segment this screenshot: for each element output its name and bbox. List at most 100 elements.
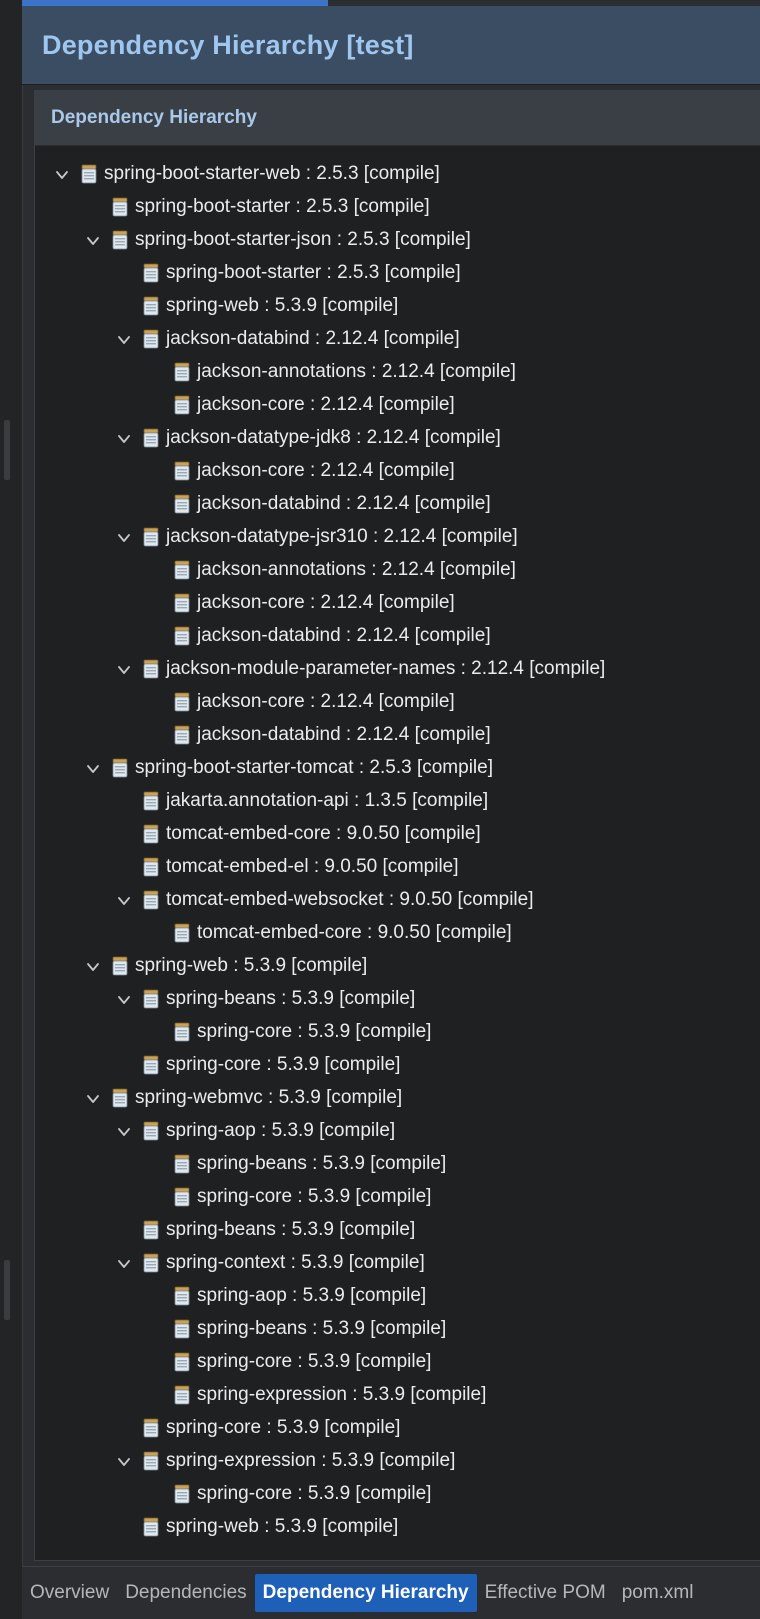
- tree-row[interactable]: spring-beans : 5.3.9 [compile]: [35, 1214, 760, 1247]
- tree-row-label: tomcat-embed-core : 9.0.50 [compile]: [166, 823, 481, 844]
- tree-row[interactable]: jackson-core : 2.12.4 [compile]: [35, 587, 760, 620]
- tree-row[interactable]: jackson-core : 2.12.4 [compile]: [35, 686, 760, 719]
- section-header[interactable]: Dependency Hierarchy: [35, 91, 760, 146]
- jar-icon: [79, 164, 99, 184]
- editor-page-tabs: Overview Dependencies Dependency Hierarchy…: [22, 1566, 760, 1619]
- jar-icon: [172, 1286, 192, 1306]
- jar-icon: [141, 890, 161, 910]
- tree-row-label: spring-boot-starter-tomcat : 2.5.3 [comp…: [135, 757, 493, 778]
- chevron-down-icon[interactable]: [117, 993, 131, 1007]
- tree-row[interactable]: spring-boot-starter-json : 2.5.3 [compil…: [35, 224, 760, 257]
- tree-row[interactable]: jackson-datatype-jsr310 : 2.12.4 [compil…: [35, 521, 760, 554]
- tree-row[interactable]: spring-web : 5.3.9 [compile]: [35, 290, 760, 323]
- dependency-hierarchy-section: Dependency Hierarchy spring-boot-starter…: [34, 90, 760, 1561]
- tab-dependency-hierarchy[interactable]: Dependency Hierarchy: [254, 1574, 477, 1612]
- tree-row[interactable]: jackson-module-parameter-names : 2.12.4 …: [35, 653, 760, 686]
- jar-icon: [172, 692, 192, 712]
- tree-row[interactable]: spring-core : 5.3.9 [compile]: [35, 1016, 760, 1049]
- tree-row[interactable]: spring-boot-starter : 2.5.3 [compile]: [35, 191, 760, 224]
- tree-row-label: spring-boot-starter : 2.5.3 [compile]: [135, 196, 430, 217]
- chevron-down-icon[interactable]: [117, 663, 131, 677]
- chevron-down-icon[interactable]: [86, 762, 100, 776]
- jar-icon: [172, 626, 192, 646]
- chevron-down-icon[interactable]: [55, 168, 69, 182]
- jar-icon: [172, 593, 192, 613]
- jar-icon: [110, 758, 130, 778]
- tab-effective-pom[interactable]: Effective POM: [477, 1574, 614, 1612]
- tree-row[interactable]: jackson-core : 2.12.4 [compile]: [35, 455, 760, 488]
- left-gutter: [0, 0, 23, 1619]
- tree-row[interactable]: spring-expression : 5.3.9 [compile]: [35, 1379, 760, 1412]
- chevron-down-icon[interactable]: [117, 1125, 131, 1139]
- chevron-down-icon[interactable]: [117, 1455, 131, 1469]
- tree-row[interactable]: tomcat-embed-core : 9.0.50 [compile]: [35, 917, 760, 950]
- editor-header: Dependency Hierarchy [test]: [22, 6, 760, 85]
- jar-icon: [110, 197, 130, 217]
- chevron-down-icon[interactable]: [117, 432, 131, 446]
- tree-row[interactable]: jakarta.annotation-api : 1.3.5 [compile]: [35, 785, 760, 818]
- tree-row-label: spring-web : 5.3.9 [compile]: [135, 955, 368, 976]
- tree-row[interactable]: jackson-databind : 2.12.4 [compile]: [35, 620, 760, 653]
- jar-icon: [141, 1418, 161, 1438]
- tab-overview[interactable]: Overview: [22, 1574, 117, 1612]
- jar-icon: [172, 362, 192, 382]
- tree-row-label: jackson-annotations : 2.12.4 [compile]: [197, 559, 516, 580]
- chevron-down-icon[interactable]: [86, 1092, 100, 1106]
- jar-icon: [172, 1187, 192, 1207]
- tree-row[interactable]: tomcat-embed-websocket : 9.0.50 [compile…: [35, 884, 760, 917]
- tree-row-label: spring-web : 5.3.9 [compile]: [166, 1516, 399, 1537]
- tree-row[interactable]: spring-aop : 5.3.9 [compile]: [35, 1280, 760, 1313]
- jar-icon: [172, 1154, 192, 1174]
- chevron-down-icon[interactable]: [117, 531, 131, 545]
- chevron-down-icon[interactable]: [86, 234, 100, 248]
- tree-row[interactable]: tomcat-embed-core : 9.0.50 [compile]: [35, 818, 760, 851]
- tree-row[interactable]: spring-web : 5.3.9 [compile]: [35, 950, 760, 983]
- chevron-down-icon[interactable]: [117, 1257, 131, 1271]
- tree-row[interactable]: spring-beans : 5.3.9 [compile]: [35, 1148, 760, 1181]
- tree-row-label: jackson-databind : 2.12.4 [compile]: [197, 625, 491, 646]
- tree-row[interactable]: spring-aop : 5.3.9 [compile]: [35, 1115, 760, 1148]
- tab-dependencies[interactable]: Dependencies: [117, 1574, 254, 1612]
- jar-icon: [141, 791, 161, 811]
- chevron-down-icon[interactable]: [86, 960, 100, 974]
- tree-row[interactable]: spring-core : 5.3.9 [compile]: [35, 1412, 760, 1445]
- tree-row[interactable]: spring-web : 5.3.9 [compile]: [35, 1511, 760, 1544]
- tree-row[interactable]: jackson-databind : 2.12.4 [compile]: [35, 323, 760, 356]
- tree-row[interactable]: spring-beans : 5.3.9 [compile]: [35, 983, 760, 1016]
- tree-row[interactable]: jackson-datatype-jdk8 : 2.12.4 [compile]: [35, 422, 760, 455]
- tree-row-label: spring-boot-starter-json : 2.5.3 [compil…: [135, 229, 471, 250]
- tree-row[interactable]: spring-expression : 5.3.9 [compile]: [35, 1445, 760, 1478]
- tree-row[interactable]: spring-core : 5.3.9 [compile]: [35, 1478, 760, 1511]
- tree-row[interactable]: spring-boot-starter-tomcat : 2.5.3 [comp…: [35, 752, 760, 785]
- jar-icon: [141, 857, 161, 877]
- tree-row[interactable]: spring-context : 5.3.9 [compile]: [35, 1247, 760, 1280]
- dependency-tree[interactable]: spring-boot-starter-web : 2.5.3 [compile…: [35, 146, 760, 1560]
- tree-row[interactable]: spring-boot-starter-web : 2.5.3 [compile…: [35, 158, 760, 191]
- tree-row-label: jackson-databind : 2.12.4 [compile]: [197, 493, 491, 514]
- jar-icon: [172, 1352, 192, 1372]
- jar-icon: [141, 1121, 161, 1141]
- tree-row[interactable]: spring-beans : 5.3.9 [compile]: [35, 1313, 760, 1346]
- tree-row-label: jackson-core : 2.12.4 [compile]: [197, 592, 455, 613]
- tree-row[interactable]: jackson-core : 2.12.4 [compile]: [35, 389, 760, 422]
- tree-row[interactable]: jackson-annotations : 2.12.4 [compile]: [35, 554, 760, 587]
- tree-row[interactable]: jackson-databind : 2.12.4 [compile]: [35, 719, 760, 752]
- tree-row[interactable]: spring-boot-starter : 2.5.3 [compile]: [35, 257, 760, 290]
- jar-icon: [110, 956, 130, 976]
- tree-row-label: spring-core : 5.3.9 [compile]: [197, 1483, 432, 1504]
- tree-row[interactable]: spring-core : 5.3.9 [compile]: [35, 1346, 760, 1379]
- tree-row-label: spring-core : 5.3.9 [compile]: [166, 1054, 401, 1075]
- chevron-down-icon[interactable]: [117, 333, 131, 347]
- tree-row[interactable]: jackson-annotations : 2.12.4 [compile]: [35, 356, 760, 389]
- tree-row[interactable]: spring-webmvc : 5.3.9 [compile]: [35, 1082, 760, 1115]
- tab-pom-xml[interactable]: pom.xml: [614, 1574, 702, 1612]
- tree-row[interactable]: jackson-databind : 2.12.4 [compile]: [35, 488, 760, 521]
- tree-row[interactable]: spring-core : 5.3.9 [compile]: [35, 1181, 760, 1214]
- chevron-down-icon[interactable]: [117, 894, 131, 908]
- editor-title: Dependency Hierarchy [test]: [42, 29, 414, 60]
- tree-row[interactable]: spring-core : 5.3.9 [compile]: [35, 1049, 760, 1082]
- jar-icon: [172, 1484, 192, 1504]
- tree-row[interactable]: tomcat-embed-el : 9.0.50 [compile]: [35, 851, 760, 884]
- jar-icon: [141, 428, 161, 448]
- jar-icon: [172, 1319, 192, 1339]
